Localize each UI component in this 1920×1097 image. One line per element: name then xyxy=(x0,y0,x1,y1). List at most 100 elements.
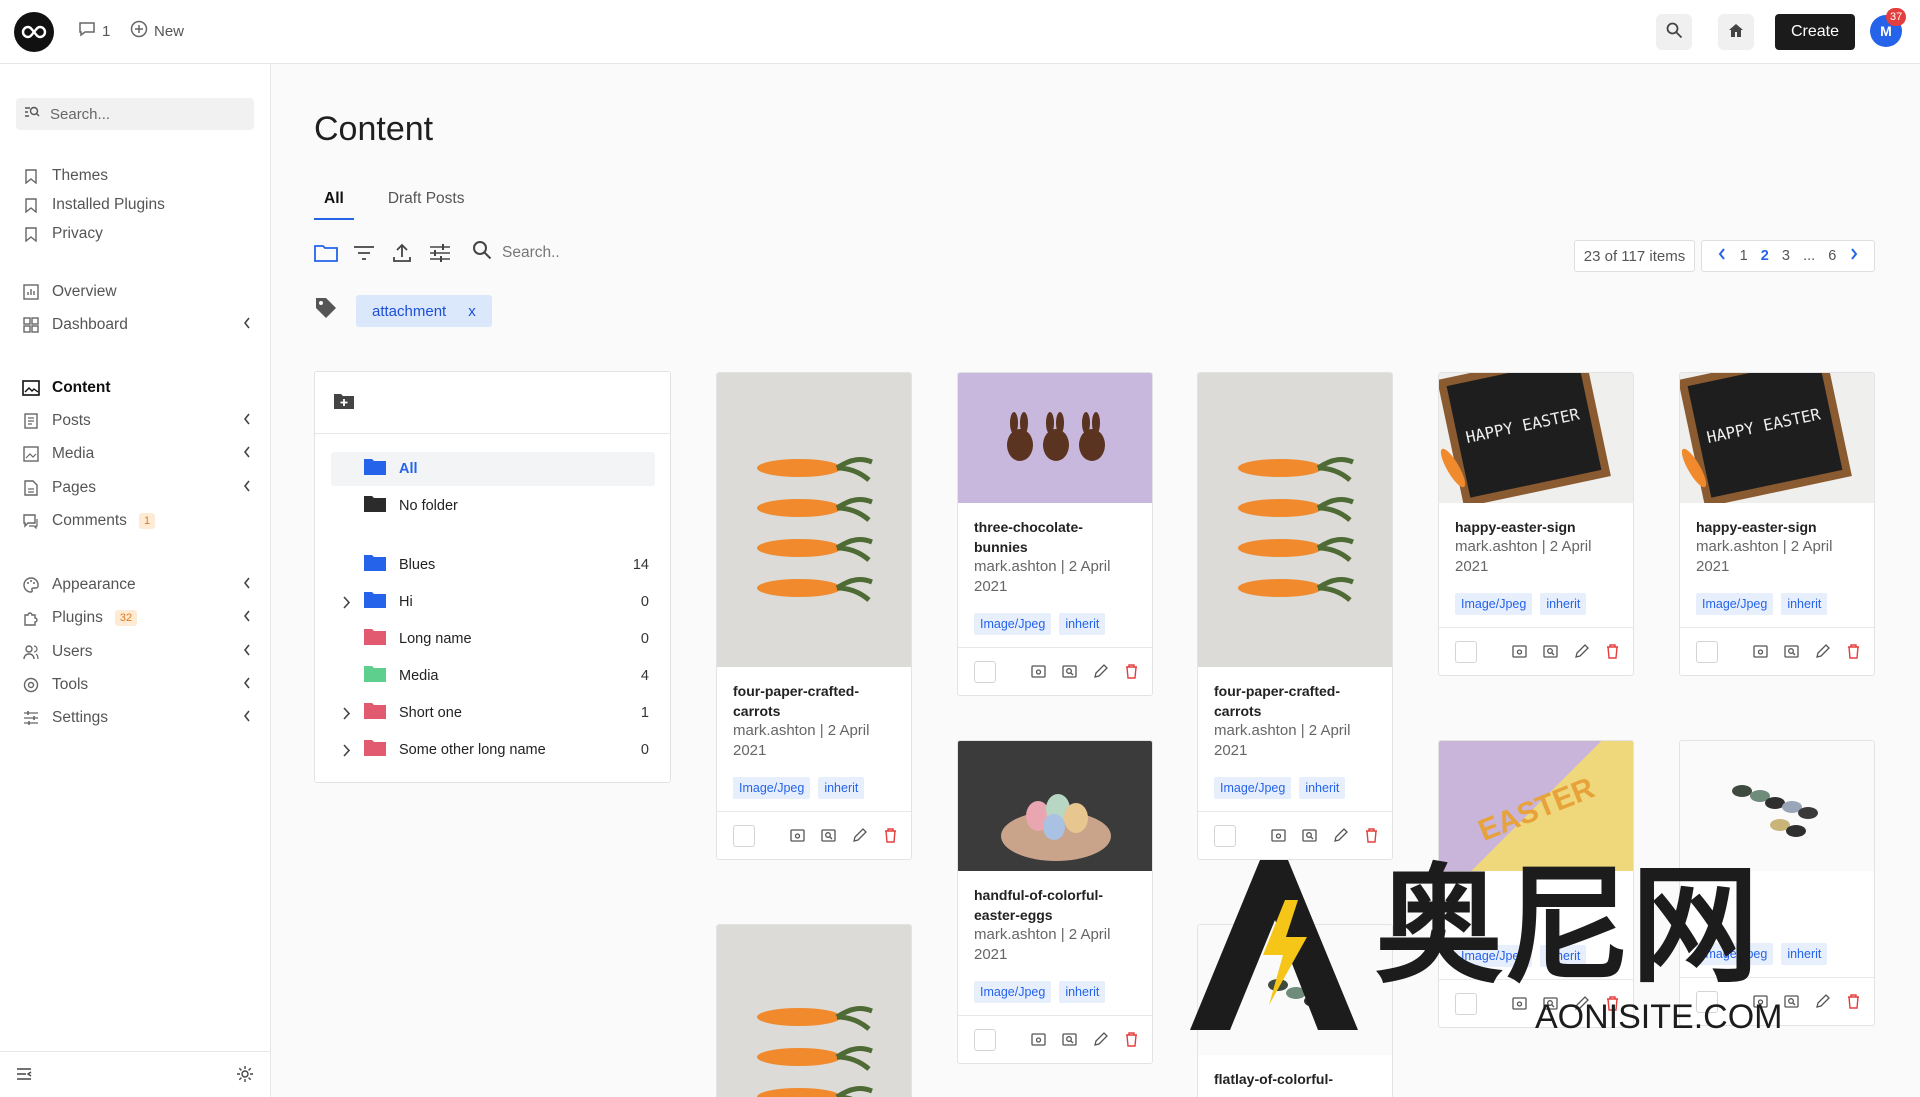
sidebar-item-themes[interactable]: Themes xyxy=(22,164,252,188)
media-thumbnail[interactable]: HAPPY EASTER xyxy=(1439,373,1633,503)
sidebar-item-plugins[interactable]: Plugins 32 xyxy=(22,606,252,630)
edit-icon[interactable] xyxy=(1331,827,1349,845)
sidebar-item-privacy[interactable]: Privacy xyxy=(22,222,252,246)
delete-icon[interactable] xyxy=(1362,827,1380,845)
preview-icon[interactable] xyxy=(1060,1031,1078,1049)
delete-icon[interactable] xyxy=(881,827,899,845)
view-icon[interactable] xyxy=(1029,1031,1047,1049)
view-icon[interactable] xyxy=(1751,993,1769,1011)
page-link-current[interactable]: 2 xyxy=(1761,248,1769,264)
select-checkbox[interactable] xyxy=(1455,992,1477,1015)
sidebar-item-content[interactable]: Content xyxy=(22,376,252,400)
preview-icon[interactable] xyxy=(1541,995,1559,1013)
filter-chip-attachment[interactable]: attachment x xyxy=(356,295,492,327)
media-thumbnail[interactable] xyxy=(1680,741,1874,871)
edit-icon[interactable] xyxy=(1813,643,1831,661)
tab-all[interactable]: All xyxy=(314,186,354,220)
edit-icon[interactable] xyxy=(1572,995,1590,1013)
media-thumbnail[interactable] xyxy=(1198,373,1392,667)
media-card[interactable]: EASTER Image/Jpeg inherit xyxy=(1438,740,1634,1028)
folder-item-hi[interactable]: Hi 0 xyxy=(331,585,655,619)
gear-icon[interactable] xyxy=(236,1065,254,1088)
comments-indicator[interactable]: 1 xyxy=(78,20,110,42)
delete-icon[interactable] xyxy=(1603,995,1621,1013)
delete-icon[interactable] xyxy=(1844,643,1862,661)
edit-icon[interactable] xyxy=(850,827,868,845)
delete-icon[interactable] xyxy=(1844,993,1862,1011)
select-checkbox[interactable] xyxy=(733,824,755,847)
upload-icon[interactable] xyxy=(390,241,414,265)
media-thumbnail[interactable] xyxy=(717,373,911,667)
edit-icon[interactable] xyxy=(1813,993,1831,1011)
media-card[interactable]: four-paper-crafted-carrots mark.ashton |… xyxy=(716,372,912,860)
media-thumbnail[interactable] xyxy=(958,373,1152,503)
media-card[interactable] xyxy=(716,924,912,1097)
remove-filter-button[interactable]: x xyxy=(468,303,476,320)
folder-item-all[interactable]: All xyxy=(331,452,655,486)
page-link[interactable]: 1 xyxy=(1740,248,1748,264)
sidebar-item-overview[interactable]: Overview xyxy=(22,280,252,304)
top-search-button[interactable] xyxy=(1656,14,1692,50)
new-button[interactable]: New xyxy=(130,20,184,42)
media-thumbnail[interactable] xyxy=(958,741,1152,871)
sidebar-item-pages[interactable]: Pages xyxy=(22,476,252,500)
sidebar-item-tools[interactable]: Tools xyxy=(22,673,252,697)
preview-icon[interactable] xyxy=(1300,827,1318,845)
prev-page-icon[interactable] xyxy=(1717,247,1727,265)
home-button[interactable] xyxy=(1718,14,1754,50)
sidebar-item-installed-plugins[interactable]: Installed Plugins xyxy=(22,193,252,217)
edit-icon[interactable] xyxy=(1572,643,1590,661)
next-page-icon[interactable] xyxy=(1849,247,1859,265)
chevron-right-icon[interactable] xyxy=(337,595,355,609)
view-icon[interactable] xyxy=(1269,827,1287,845)
select-checkbox[interactable] xyxy=(974,1028,996,1051)
chevron-right-icon[interactable] xyxy=(337,706,355,720)
view-icon[interactable] xyxy=(1510,995,1528,1013)
sidebar-item-settings[interactable]: Settings xyxy=(22,706,252,730)
preview-icon[interactable] xyxy=(1782,643,1800,661)
collapse-sidebar-icon[interactable] xyxy=(16,1066,34,1087)
tab-draft-posts[interactable]: Draft Posts xyxy=(378,186,475,220)
select-checkbox[interactable] xyxy=(1455,640,1477,663)
media-card[interactable]: HAPPY EASTER happy-easter-sign mark.asht… xyxy=(1438,372,1634,676)
sidebar-search-input[interactable]: Search... xyxy=(16,98,254,130)
select-checkbox[interactable] xyxy=(974,660,996,683)
media-card[interactable]: HAPPY EASTER happy-easter-sign mark.asht… xyxy=(1679,372,1875,676)
view-icon[interactable] xyxy=(1510,643,1528,661)
preview-icon[interactable] xyxy=(819,827,837,845)
select-checkbox[interactable] xyxy=(1214,824,1236,847)
media-thumbnail[interactable] xyxy=(1198,925,1392,1055)
delete-icon[interactable] xyxy=(1603,643,1621,661)
preview-icon[interactable] xyxy=(1782,993,1800,1011)
select-checkbox[interactable] xyxy=(1696,990,1718,1013)
sidebar-item-media[interactable]: Media xyxy=(22,442,252,466)
delete-icon[interactable] xyxy=(1122,1031,1140,1049)
folder-item-media[interactable]: Media 4 xyxy=(331,659,655,693)
media-thumbnail[interactable]: HAPPY EASTER xyxy=(1680,373,1874,503)
sidebar-item-dashboard[interactable]: Dashboard xyxy=(22,313,252,337)
folder-item-blues[interactable]: Blues 14 xyxy=(331,548,655,582)
view-icon[interactable] xyxy=(788,827,806,845)
media-thumbnail[interactable]: EASTER xyxy=(1439,741,1633,871)
app-logo[interactable] xyxy=(14,12,54,52)
delete-icon[interactable] xyxy=(1122,663,1140,681)
preview-icon[interactable] xyxy=(1541,643,1559,661)
preview-icon[interactable] xyxy=(1060,663,1078,681)
sidebar-item-users[interactable]: Users xyxy=(22,640,252,664)
media-card[interactable]: four-paper-crafted-carrots mark.ashton |… xyxy=(1197,372,1393,860)
edit-icon[interactable] xyxy=(1091,1031,1109,1049)
view-icon[interactable] xyxy=(1751,643,1769,661)
media-card[interactable]: flatlay-of-colorful- xyxy=(1197,924,1393,1097)
folder-item-no-folder[interactable]: No folder xyxy=(331,489,655,523)
media-thumbnail[interactable] xyxy=(717,925,911,1097)
create-button[interactable]: Create xyxy=(1775,14,1855,50)
chevron-right-icon[interactable] xyxy=(337,743,355,757)
sidebar-item-posts[interactable]: Posts xyxy=(22,409,252,433)
add-folder-icon[interactable] xyxy=(333,392,355,415)
folder-item-long-name[interactable]: Long name 0 xyxy=(331,622,655,656)
media-card[interactable]: three-chocolate-bunnies mark.ashton | 2 … xyxy=(957,372,1153,696)
media-card[interactable]: Image/Jpeg inherit xyxy=(1679,740,1875,1026)
folder-icon[interactable] xyxy=(314,241,338,265)
edit-icon[interactable] xyxy=(1091,663,1109,681)
sidebar-item-comments[interactable]: Comments 1 xyxy=(22,509,252,533)
